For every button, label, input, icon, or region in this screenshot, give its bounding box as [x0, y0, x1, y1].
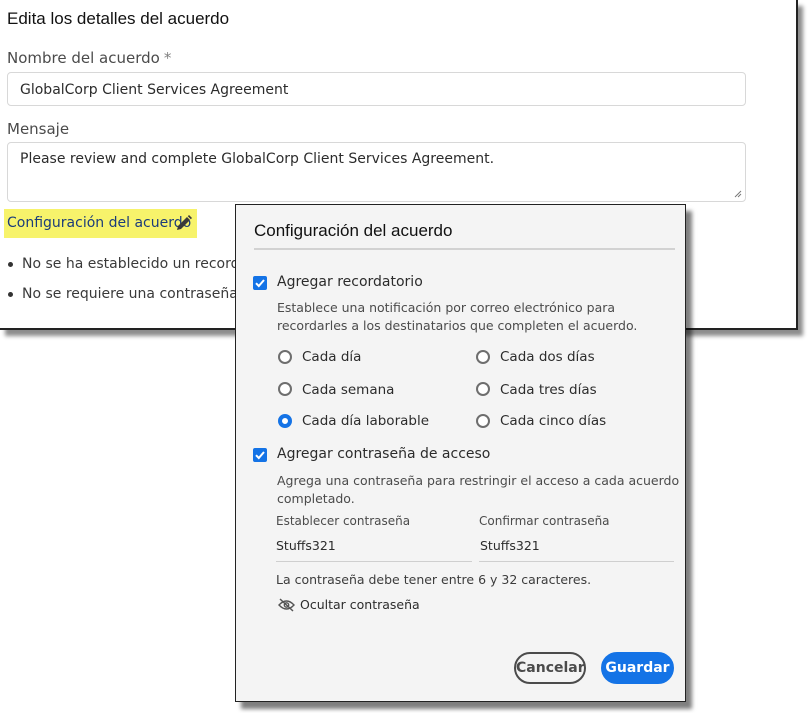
confirm-password-label: Confirmar contraseña: [479, 514, 610, 528]
save-button[interactable]: Guardar: [601, 652, 674, 684]
password-length-hint: La contraseña debe tener entre 6 y 32 ca…: [276, 572, 592, 587]
radio-every-five-days-label[interactable]: Cada cinco días: [500, 413, 606, 429]
eye-off-icon: [278, 598, 295, 612]
reminder-status-item: No se ha establecido un recordat: [8, 256, 254, 272]
agreement-name-label-text: Nombre del acuerdo: [7, 49, 160, 67]
dialog-title: Configuración del acuerdo: [254, 221, 453, 240]
radio-every-three-days[interactable]: [476, 382, 490, 396]
radio-every-five-days[interactable]: [476, 414, 490, 428]
add-password-label[interactable]: Agregar contraseña de acceso: [277, 446, 490, 462]
add-reminder-label[interactable]: Agregar recordatorio: [277, 274, 423, 290]
page-title: Edita los detalles del acuerdo: [7, 9, 230, 28]
radio-every-three-days-label[interactable]: Cada tres días: [500, 382, 597, 398]
confirm-password-underline: [479, 561, 674, 562]
radio-every-weekday[interactable]: [278, 414, 292, 428]
radio-daily-label[interactable]: Cada día: [302, 349, 361, 365]
radio-every-two-days[interactable]: [476, 350, 490, 364]
dialog-divider: [254, 248, 675, 250]
password-status-text: No se requiere una contraseña pa: [22, 286, 260, 302]
message-label: Mensaje: [7, 120, 70, 138]
hide-password-toggle[interactable]: Ocultar contraseña: [278, 597, 420, 612]
radio-daily[interactable]: [278, 350, 292, 364]
set-password-input[interactable]: Stuffs321: [276, 538, 336, 553]
password-description-line-1: Agrega una contraseña para restringir el…: [277, 473, 680, 488]
radio-weekly[interactable]: [278, 382, 292, 396]
confirm-password-input[interactable]: Stuffs321: [480, 538, 540, 553]
reminder-status-text: No se ha establecido un recordat: [22, 256, 254, 272]
password-status-item: No se requiere una contraseña pa: [8, 286, 260, 302]
checkmark-icon: [255, 451, 265, 460]
message-text: Please review and complete GlobalCorp Cl…: [20, 151, 495, 167]
agreement-settings-link[interactable]: Configuración del acuerdo: [4, 209, 197, 238]
radio-every-two-days-label[interactable]: Cada dos días: [500, 349, 595, 365]
radio-every-weekday-label[interactable]: Cada día laborable: [302, 413, 429, 429]
bullet-dot: [8, 291, 13, 297]
resize-handle-icon[interactable]: [734, 190, 742, 198]
radio-weekly-label[interactable]: Cada semana: [302, 382, 394, 398]
password-description-line-2: completado.: [277, 491, 355, 506]
bullet-dot: [8, 261, 13, 267]
add-password-checkbox[interactable]: [253, 448, 267, 462]
add-reminder-checkbox[interactable]: [253, 276, 267, 290]
hide-password-label: Ocultar contraseña: [300, 597, 420, 612]
set-password-label: Establecer contraseña: [276, 514, 411, 528]
message-textarea[interactable]: Please review and complete GlobalCorp Cl…: [7, 142, 746, 202]
reminder-description-line-1: Establece una notificación por correo el…: [277, 300, 616, 315]
required-mark: *: [163, 49, 172, 67]
set-password-underline: [276, 561, 472, 562]
pencil-icon: [177, 215, 192, 230]
agreement-name-label: Nombre del acuerdo *: [7, 49, 171, 67]
agreement-name-input[interactable]: GlobalCorp Client Services Agreement: [7, 72, 746, 106]
cancel-button[interactable]: Cancelar: [514, 652, 586, 684]
checkmark-icon: [255, 279, 265, 288]
agreement-settings-dialog: Configuración del acuerdo Agregar record…: [235, 204, 686, 702]
reminder-description-line-2: recordarles a los destinatarios que comp…: [277, 318, 638, 333]
agreement-settings-link-text: Configuración del acuerdo: [7, 215, 192, 231]
